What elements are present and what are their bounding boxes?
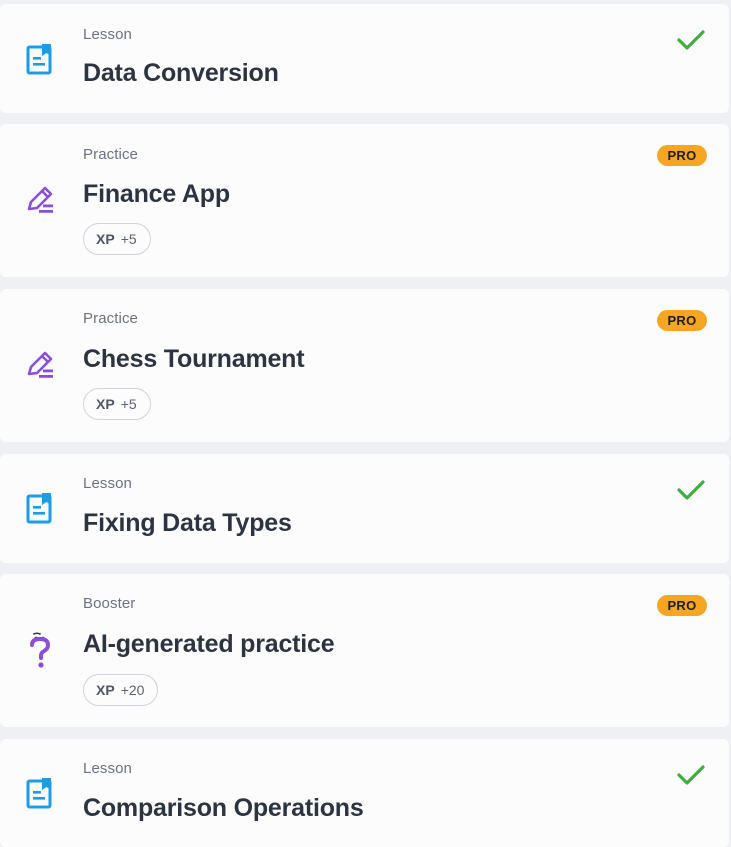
xp-pill: XP +5 — [83, 388, 151, 420]
xp-value: +5 — [120, 396, 137, 412]
pro-badge: PRO — [657, 310, 707, 331]
item-type-label: Lesson — [83, 26, 132, 43]
lesson-icon — [24, 42, 56, 76]
pro-badge: PRO — [657, 145, 707, 166]
xp-pill: XP +20 — [83, 674, 159, 706]
item-title: Fixing Data Types — [83, 509, 292, 537]
booster-question-icon — [24, 632, 56, 668]
item-type-label: Practice — [83, 146, 138, 163]
check-icon — [677, 30, 705, 50]
list-item[interactable]: Lesson Fixing Data Types — [0, 454, 729, 563]
check-icon — [677, 765, 705, 785]
item-title: Comparison Operations — [83, 794, 364, 822]
item-type-label: Lesson — [83, 760, 132, 777]
lesson-list: Lesson Data Conversion Practice Finance … — [0, 0, 731, 847]
list-item[interactable]: Lesson Data Conversion — [0, 4, 729, 113]
lesson-icon — [24, 491, 56, 525]
list-item[interactable]: Booster AI-generated practice PRO XP +20 — [0, 574, 729, 727]
lesson-icon — [24, 776, 56, 810]
xp-pill: XP +5 — [83, 223, 151, 255]
item-type-label: Booster — [83, 595, 136, 612]
item-type-label: Lesson — [83, 475, 132, 492]
xp-value: +20 — [120, 682, 145, 698]
xp-value: +5 — [120, 231, 137, 247]
item-type-label: Practice — [83, 310, 138, 327]
item-title: Finance App — [83, 180, 230, 208]
item-title: AI-generated practice — [83, 630, 335, 658]
xp-label: XP — [96, 396, 115, 412]
practice-pencil-icon — [24, 183, 56, 217]
list-item[interactable]: Lesson Comparison Operations — [0, 739, 729, 847]
item-title: Chess Tournament — [83, 345, 305, 373]
list-item[interactable]: Practice Chess Tournament PRO XP +5 — [0, 289, 729, 442]
list-item[interactable]: Practice Finance App PRO XP +5 — [0, 124, 729, 277]
check-icon — [677, 480, 705, 500]
xp-label: XP — [96, 682, 115, 698]
pro-badge: PRO — [657, 595, 707, 616]
xp-label: XP — [96, 231, 115, 247]
practice-pencil-icon — [24, 348, 56, 382]
item-title: Data Conversion — [83, 59, 279, 87]
